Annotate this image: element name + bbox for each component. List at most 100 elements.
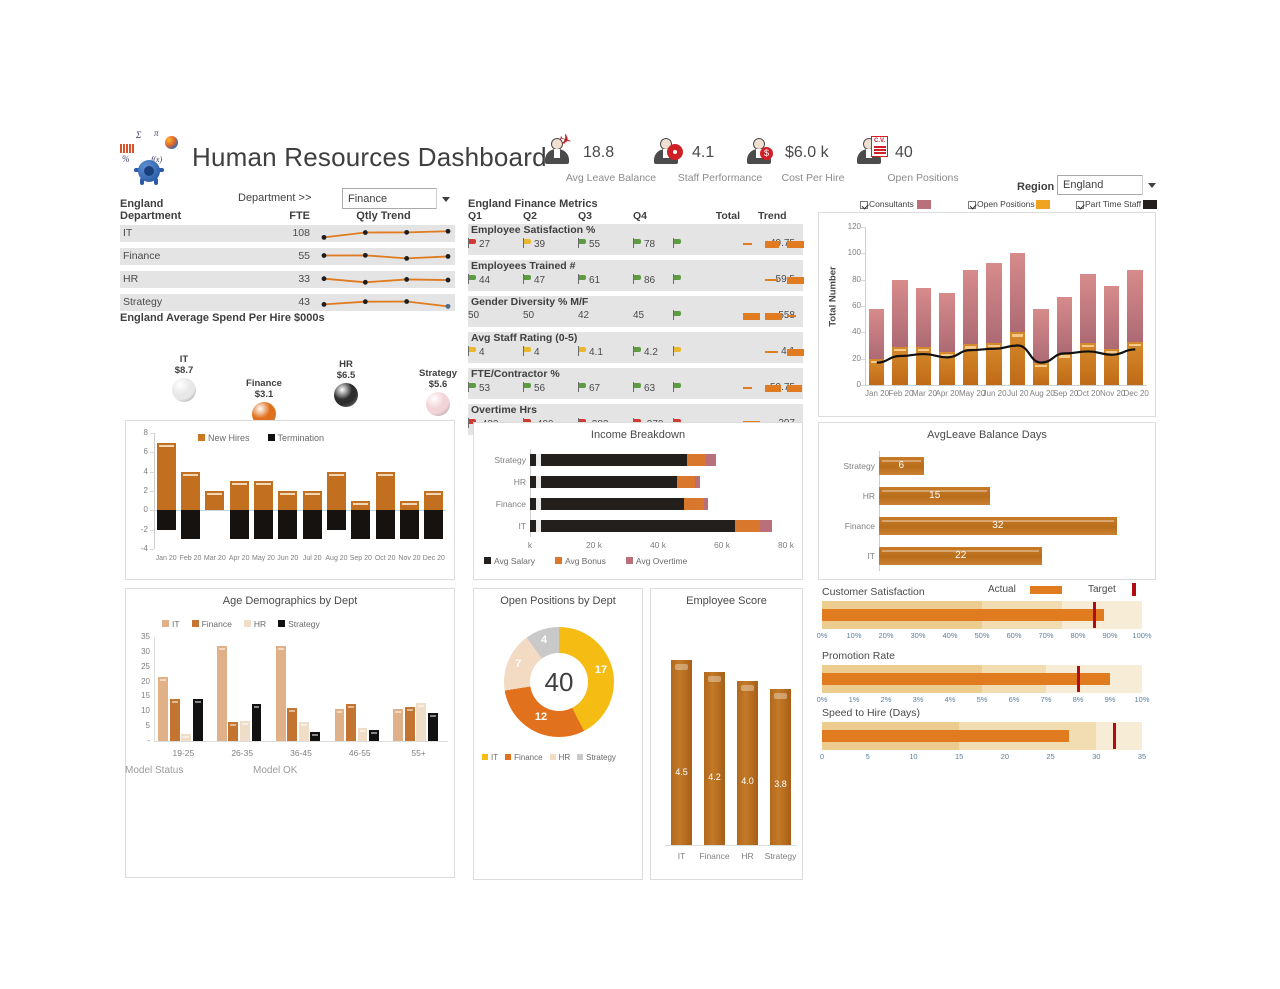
bar-cap <box>256 483 271 486</box>
bar-it-46-55 <box>334 709 345 741</box>
bar-cap <box>158 444 174 447</box>
checkbox-icon[interactable] <box>860 201 868 209</box>
status-flag-icon <box>673 310 682 320</box>
bar-consultants <box>1009 253 1026 333</box>
bar-consultants <box>892 279 908 347</box>
legend-swatch <box>278 620 286 627</box>
x-tick-label: 30% <box>910 631 926 640</box>
status-flag-icon <box>578 274 587 284</box>
x-tick-label: 20% <box>878 631 894 640</box>
col-q4: Q4 <box>633 210 648 222</box>
y-tick-label: IT <box>867 551 875 561</box>
status-flag-icon <box>633 346 642 356</box>
trend-bar <box>765 278 778 282</box>
x-tick-label: 9% <box>1104 695 1116 704</box>
bar-cap <box>231 483 247 486</box>
x-tick-label: Dec 20 <box>1123 389 1149 398</box>
y-tick-label: 6 <box>143 447 148 457</box>
sphere-glyph <box>334 383 358 407</box>
bar-cap <box>289 710 296 713</box>
bar-cap <box>708 676 721 683</box>
bar-strategy: 3.8 <box>770 688 791 845</box>
bar-consultants <box>1127 270 1143 342</box>
bar-cap <box>183 735 190 738</box>
metric-row: Employees Trained #44 47 61 86 59.5 <box>468 260 804 291</box>
legend-actual-swatch <box>1030 586 1062 594</box>
bar-avg-salary <box>530 519 735 533</box>
y-tick-label: 60 <box>852 301 861 310</box>
x-tick-label: 8% <box>1072 695 1084 704</box>
bar-highlight <box>536 497 541 511</box>
table-row[interactable]: Strategy 43 <box>120 294 455 311</box>
legend-item: HR <box>549 753 570 762</box>
bar-hr: 15 <box>879 486 991 506</box>
bar-avg-bonus <box>683 497 705 511</box>
bar-avg-bonus <box>734 519 761 533</box>
model-status-label: Model Status <box>125 765 184 776</box>
bar-cap <box>1105 351 1118 354</box>
bar-new-hires <box>229 481 249 511</box>
dept-name: HR <box>123 273 139 285</box>
x-tick-label: 20 <box>1000 752 1010 761</box>
y-tick-label: 10 <box>141 706 150 716</box>
bar-it: 22 <box>879 546 1043 566</box>
bar-new-hires <box>156 442 176 511</box>
legend-swatch <box>191 620 199 627</box>
panel-avg-leave-balance: AvgLeave Balance Days Strategy 6 HR 15 Finan… <box>818 422 1156 580</box>
checkbox-icon[interactable] <box>968 201 976 209</box>
sphere-value: $8.7 <box>174 365 194 376</box>
bar-termination <box>156 510 176 530</box>
bar-consultants <box>868 308 885 359</box>
y-axis <box>154 637 155 741</box>
bar-termination <box>229 510 249 540</box>
x-tick-label: 35 <box>1137 752 1147 761</box>
y-tick <box>150 549 154 550</box>
y-tick-label: HR <box>862 491 875 501</box>
kpi-value: 40 <box>895 144 913 161</box>
y-tick-label: 100 <box>847 248 861 258</box>
metric-cell-end <box>673 382 684 394</box>
x-tick-label: k <box>527 540 533 550</box>
col-trend: Trend <box>758 210 787 222</box>
qtly-trend-sparkline <box>320 271 452 288</box>
chevron-down-icon[interactable] <box>1142 175 1157 195</box>
x-tick-label: Nov 20 <box>1100 389 1126 398</box>
bar-value-label: 4.5 <box>675 767 688 778</box>
metric-cell: 56 <box>523 382 545 394</box>
donut-chart: 40 <box>504 627 614 737</box>
table-row[interactable]: Finance 55 <box>120 248 455 265</box>
sphere-label: HR <box>339 359 353 370</box>
x-tick-label: Sep 20 <box>349 555 372 562</box>
trend-bar <box>765 312 782 320</box>
table-row[interactable]: HR 33 <box>120 271 455 288</box>
bar-avg-bonus <box>677 475 695 489</box>
sphere-value: $3.1 <box>254 389 274 400</box>
table-row[interactable]: IT 108 <box>120 225 455 242</box>
checkbox-icon[interactable] <box>1076 201 1084 209</box>
y-tick-label: 35 <box>141 632 150 641</box>
spend-sphere-finance: Finance $3.1 <box>234 378 294 426</box>
legend-swatch <box>505 754 512 760</box>
legend-target-label: Target <box>1088 584 1116 595</box>
bar-avg-salary <box>530 453 687 467</box>
x-tick-label: 36-45 <box>290 748 312 758</box>
trend-bar <box>765 384 781 392</box>
finance-metrics-table: England Finance Metrics Q1 Q2 Q3 Q4 Tota… <box>468 198 804 440</box>
bar-cap <box>917 348 930 352</box>
y-tick-label: 20 <box>852 353 861 363</box>
legend-target-swatch <box>1132 583 1136 596</box>
bar-termination <box>400 510 419 540</box>
trend-bar <box>765 240 779 248</box>
x-tick-label: 70% <box>1038 631 1054 640</box>
x-tick-label: 55+ <box>411 748 426 758</box>
y-tick-label: Strategy <box>494 455 526 465</box>
legend-swatch <box>549 754 556 760</box>
legend-swatch <box>198 434 205 441</box>
bullet-actual-bar <box>822 609 1104 621</box>
legend-item: IT <box>162 619 180 629</box>
donut-slice-label: 4 <box>541 634 548 647</box>
y-tick-label: -2 <box>140 524 148 534</box>
bar-cap <box>402 502 417 505</box>
x-tick-label: 10% <box>1134 695 1150 704</box>
x-axis <box>865 385 1147 386</box>
